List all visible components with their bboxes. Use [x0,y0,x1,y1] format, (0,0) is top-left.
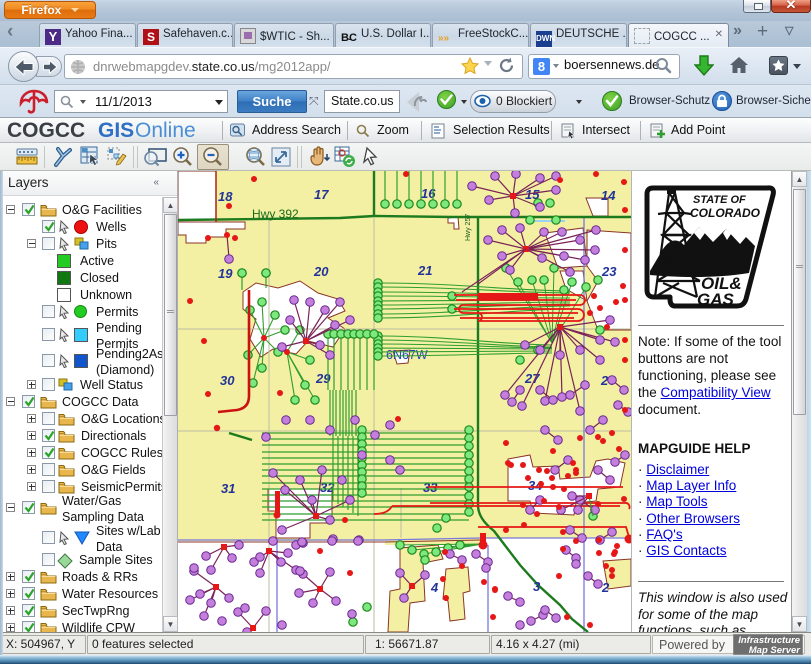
svg-text:20: 20 [313,264,329,279]
svg-text:19: 19 [218,266,233,281]
svg-text:17: 17 [314,187,329,202]
svg-text:3: 3 [533,579,541,594]
svg-text:23: 23 [601,264,617,279]
svg-text:29: 29 [315,371,331,386]
svg-text:16: 16 [421,186,436,201]
svg-text:Hwy 392: Hwy 392 [252,207,299,221]
svg-text:30: 30 [220,373,235,388]
svg-text:STATE OF: STATE OF [693,194,746,206]
svg-text:21: 21 [417,263,432,278]
svg-text:4: 4 [430,580,439,595]
svg-text:14: 14 [601,188,616,203]
svg-text:COLORADO: COLORADO [690,206,761,220]
svg-text:Hwy 257: Hwy 257 [465,214,472,241]
svg-text:6N67W: 6N67W [386,348,428,362]
svg-text:GAS: GAS [697,290,735,309]
svg-text:31: 31 [221,481,235,496]
svg-text:18: 18 [218,189,233,204]
